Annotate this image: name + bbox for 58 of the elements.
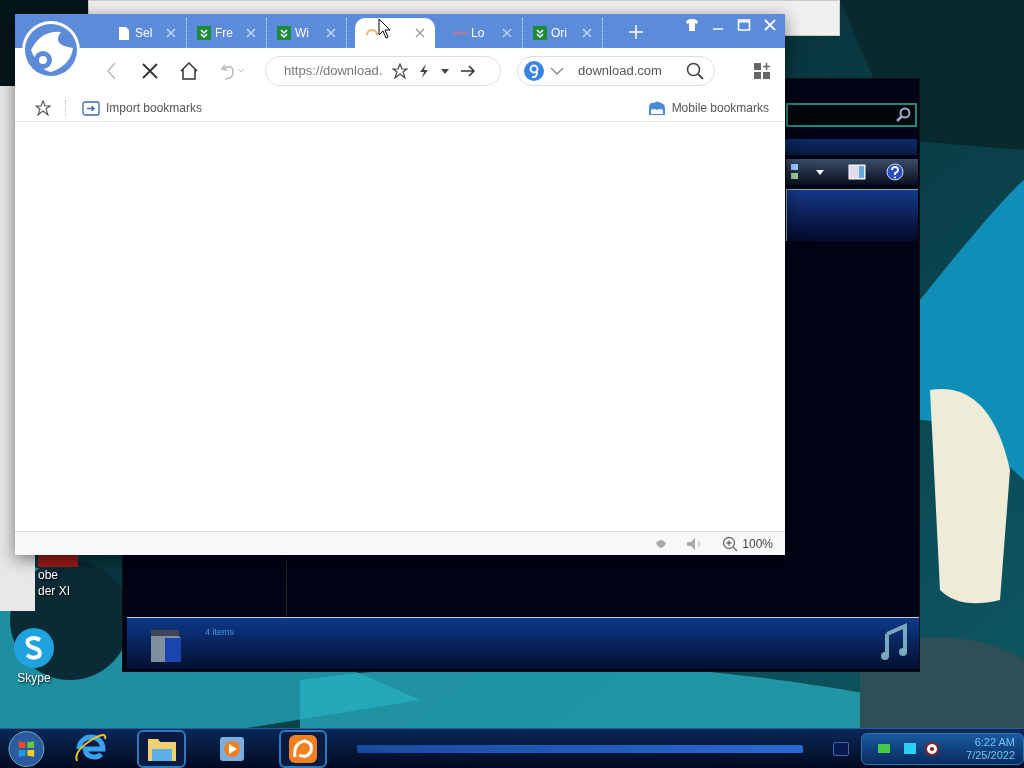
tab-title: Wi bbox=[295, 25, 309, 42]
download-icon bbox=[197, 26, 211, 40]
cursor-icon bbox=[378, 18, 392, 40]
browser-tab[interactable]: Lo bbox=[443, 18, 523, 48]
stop-icon[interactable] bbox=[141, 62, 159, 80]
search-engine-icon[interactable] bbox=[524, 61, 544, 81]
view-icon[interactable] bbox=[790, 163, 826, 181]
page-icon bbox=[453, 31, 467, 35]
start-button[interactable] bbox=[8, 729, 45, 768]
zoom-icon[interactable] bbox=[722, 535, 739, 552]
icon-label[interactable]: Skype bbox=[17, 670, 51, 686]
tab-title: Sel bbox=[135, 25, 153, 42]
pane-icon[interactable] bbox=[848, 164, 866, 180]
maximize-icon[interactable] bbox=[737, 18, 751, 32]
browser-tab[interactable]: Wi bbox=[267, 18, 347, 48]
icon-label[interactable]: der XI bbox=[38, 583, 70, 599]
tab-title: Fre bbox=[215, 25, 233, 42]
download-icon bbox=[277, 26, 291, 40]
go-icon[interactable] bbox=[460, 63, 477, 79]
address-text: https://download. bbox=[284, 62, 383, 81]
clock-date[interactable]: 7/25/2022 bbox=[966, 748, 1015, 762]
taskbar-button[interactable] bbox=[278, 729, 328, 768]
search-icon[interactable] bbox=[686, 62, 704, 80]
download-icon bbox=[533, 26, 547, 40]
new-tab-icon[interactable] bbox=[628, 24, 644, 40]
cloud-icon[interactable] bbox=[647, 99, 666, 116]
flag-icon[interactable] bbox=[875, 741, 892, 756]
show-desktop-button[interactable] bbox=[833, 741, 849, 756]
home-icon[interactable] bbox=[179, 61, 199, 81]
page-icon bbox=[117, 26, 131, 40]
star-icon[interactable] bbox=[35, 99, 51, 116]
chevron-icon[interactable] bbox=[550, 66, 564, 76]
clock-time[interactable]: 6:22 AM bbox=[974, 735, 1015, 749]
tab-title: Ori bbox=[551, 25, 567, 42]
star-icon[interactable] bbox=[392, 63, 409, 79]
search-icon[interactable] bbox=[895, 107, 911, 123]
zoom-level[interactable]: 100% bbox=[742, 534, 773, 553]
import-bookmarks-link[interactable]: Import bookmarks bbox=[106, 98, 203, 117]
taskbar-button[interactable] bbox=[137, 729, 186, 768]
lightning-icon[interactable] bbox=[418, 63, 431, 79]
mobile-bookmarks-link[interactable]: Mobile bookmarks bbox=[671, 98, 769, 117]
skype-icon[interactable] bbox=[12, 626, 56, 670]
import-icon[interactable] bbox=[82, 99, 100, 116]
network-icon[interactable] bbox=[901, 740, 918, 757]
skin-icon[interactable] bbox=[685, 18, 699, 32]
search-field[interactable] bbox=[786, 103, 917, 127]
apps-icon[interactable] bbox=[753, 62, 771, 80]
icon-label[interactable]: obe bbox=[38, 567, 59, 583]
browser-tab[interactable]: Sel bbox=[107, 18, 187, 48]
browser-tab[interactable]: Fre bbox=[187, 18, 267, 48]
help-icon[interactable] bbox=[886, 163, 904, 181]
search-text: download.com bbox=[578, 62, 662, 81]
tab-title: Lo bbox=[471, 25, 485, 42]
browser-tab[interactable]: Ori bbox=[523, 18, 603, 48]
speaker-icon[interactable] bbox=[923, 740, 940, 757]
browser-tab[interactable] bbox=[355, 18, 435, 48]
close-icon[interactable] bbox=[415, 28, 425, 38]
item-count: 4 items bbox=[205, 626, 234, 639]
